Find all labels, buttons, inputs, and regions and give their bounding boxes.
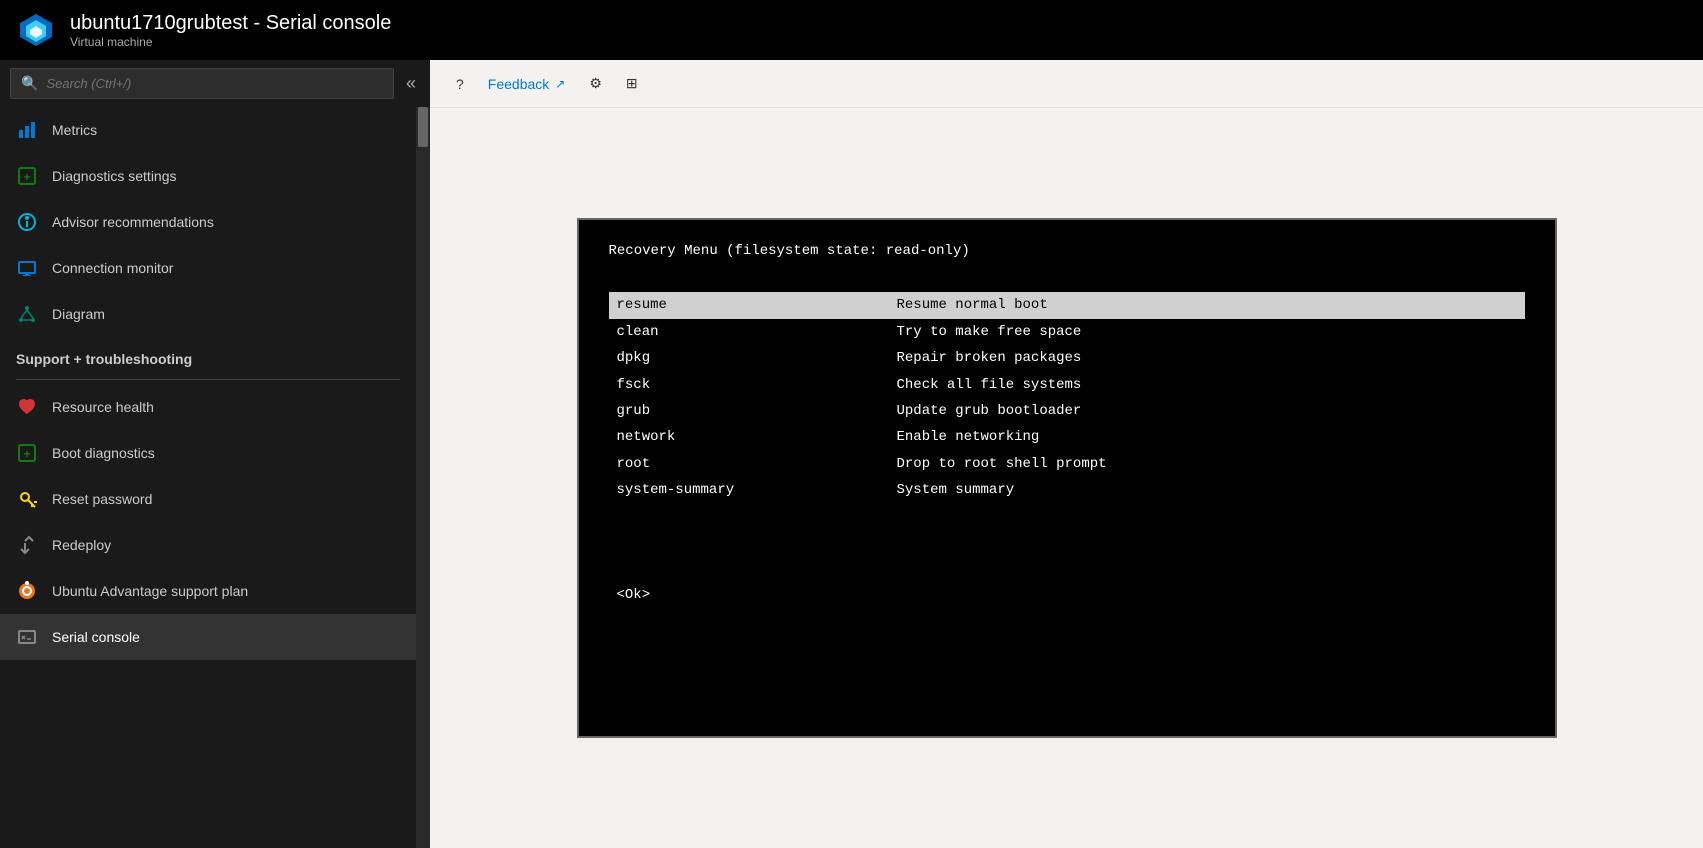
sidebar-item-metrics[interactable]: Metrics (0, 107, 416, 153)
sidebar-item-label-redeploy: Redeploy (52, 537, 111, 553)
sidebar-item-label-ubuntu: Ubuntu Advantage support plan (52, 583, 248, 599)
bar-chart-icon (16, 119, 38, 141)
diagnostics-icon: + (16, 165, 38, 187)
sidebar-item-label-serial-console: Serial console (52, 629, 140, 645)
menu-key-dpkg: dpkg (609, 345, 889, 371)
menu-key-fsck: fsck (609, 372, 889, 398)
header-title-group: ubuntu1710grubtest - Serial console Virt… (70, 12, 391, 49)
menu-row-fsck[interactable]: fsck Check all file systems (609, 372, 1525, 398)
terminal-ok[interactable]: <Ok> (609, 584, 1525, 606)
help-button[interactable]: ? (446, 70, 474, 98)
menu-row-system-summary[interactable]: system-summary System summary (609, 477, 1525, 503)
menu-row-root[interactable]: root Drop to root shell prompt (609, 451, 1525, 477)
key-icon (16, 488, 38, 510)
sidebar-item-serial-console[interactable]: Serial console (0, 614, 416, 660)
ubuntu-icon (16, 580, 38, 602)
sidebar-item-label-advisor: Advisor recommendations (52, 214, 214, 230)
search-box[interactable]: 🔍 (10, 68, 394, 99)
monitor-icon (16, 257, 38, 279)
terminal-menu: resume Resume normal boot clean Try to m… (609, 292, 1525, 503)
sidebar-item-label-connection: Connection monitor (52, 260, 173, 276)
menu-row-dpkg[interactable]: dpkg Repair broken packages (609, 345, 1525, 371)
sidebar-item-ubuntu-advantage[interactable]: Ubuntu Advantage support plan (0, 568, 416, 614)
scrollbar-thumb (418, 107, 428, 147)
menu-row-network[interactable]: network Enable networking (609, 424, 1525, 450)
menu-desc-grub: Update grub bootloader (889, 398, 1090, 424)
menu-key-system-summary: system-summary (609, 477, 889, 503)
boot-icon: + (16, 442, 38, 464)
help-icon: ? (456, 76, 464, 92)
app-logo (16, 10, 56, 50)
menu-key-network: network (609, 424, 889, 450)
search-input[interactable] (46, 76, 383, 91)
redeploy-icon (16, 534, 38, 556)
sidebar-item-connection-monitor[interactable]: Connection monitor (0, 245, 416, 291)
sidebar-item-label-diagram: Diagram (52, 306, 105, 322)
search-icon: 🔍 (21, 75, 38, 92)
heart-icon (16, 396, 38, 418)
feedback-button[interactable]: Feedback ↗ (478, 70, 576, 98)
external-link-icon: ↗ (555, 77, 565, 91)
sidebar-scrollbar[interactable] (416, 107, 430, 848)
sidebar-item-redeploy[interactable]: Redeploy (0, 522, 416, 568)
terminal-title: Recovery Menu (filesystem state: read-on… (609, 240, 1525, 262)
sidebar-item-diagram[interactable]: Diagram (0, 291, 416, 337)
support-section-header: Support + troubleshooting (0, 337, 416, 375)
grid-button[interactable]: ⊞ (616, 69, 648, 98)
settings-button[interactable]: ⚙ (579, 69, 612, 98)
menu-desc-system-summary: System summary (889, 477, 1023, 503)
menu-desc-clean: Try to make free space (889, 319, 1090, 345)
sidebar-item-diagnostics-settings[interactable]: + Diagnostics settings (0, 153, 416, 199)
sidebar-topbar: 🔍 « (0, 60, 430, 107)
header: ubuntu1710grubtest - Serial console Virt… (0, 0, 1703, 60)
menu-desc-network: Enable networking (889, 424, 1048, 450)
sidebar-item-resource-health[interactable]: Resource health (0, 384, 416, 430)
main-layout: 🔍 « Metrics (0, 60, 1703, 848)
sidebar-item-label-boot-diagnostics: Boot diagnostics (52, 445, 155, 461)
sidebar-item-boot-diagnostics[interactable]: + Boot diagnostics (0, 430, 416, 476)
advisor-icon (16, 211, 38, 233)
svg-text:+: + (23, 447, 30, 461)
sidebar-content: Metrics + Diagnostics settings (0, 107, 430, 848)
menu-key-grub: grub (609, 398, 889, 424)
feedback-label: Feedback (488, 76, 549, 92)
sidebar-item-label-metrics: Metrics (52, 122, 97, 138)
menu-key-root: root (609, 451, 889, 477)
menu-key-resume: resume (609, 292, 889, 318)
menu-row-grub[interactable]: grub Update grub bootloader (609, 398, 1525, 424)
menu-key-clean: clean (609, 319, 889, 345)
sidebar-nav: Metrics + Diagnostics settings (0, 107, 416, 848)
sidebar-item-label-diagnostics: Diagnostics settings (52, 168, 177, 184)
sidebar-item-label-resource-health: Resource health (52, 399, 154, 415)
page-title: ubuntu1710grubtest - Serial console (70, 12, 391, 35)
menu-desc-fsck: Check all file systems (889, 372, 1090, 398)
sidebar: 🔍 « Metrics (0, 60, 430, 848)
menu-desc-resume: Resume normal boot (889, 292, 1056, 318)
sidebar-item-reset-password[interactable]: Reset password (0, 476, 416, 522)
section-divider (16, 379, 400, 380)
menu-row-selected[interactable]: resume Resume normal boot (609, 292, 1525, 318)
page-subtitle: Virtual machine (70, 35, 391, 49)
sidebar-item-advisor[interactable]: Advisor recommendations (0, 199, 416, 245)
menu-row-clean[interactable]: clean Try to make free space (609, 319, 1525, 345)
sidebar-item-label-reset-password: Reset password (52, 491, 152, 507)
toolbar: ? Feedback ↗ ⚙ ⊞ (430, 60, 1703, 108)
terminal-wrapper: Recovery Menu (filesystem state: read-on… (430, 108, 1703, 848)
content-area: ? Feedback ↗ ⚙ ⊞ Recovery Menu (filesyst… (430, 60, 1703, 848)
diagram-icon (16, 303, 38, 325)
svg-text:+: + (23, 170, 30, 184)
console-icon (16, 626, 38, 648)
collapse-sidebar-button[interactable]: « (402, 69, 420, 98)
menu-desc-dpkg: Repair broken packages (889, 345, 1090, 371)
gear-icon: ⚙ (589, 75, 602, 92)
grid-icon: ⊞ (626, 75, 638, 92)
menu-desc-root: Drop to root shell prompt (889, 451, 1115, 477)
terminal[interactable]: Recovery Menu (filesystem state: read-on… (577, 218, 1557, 738)
